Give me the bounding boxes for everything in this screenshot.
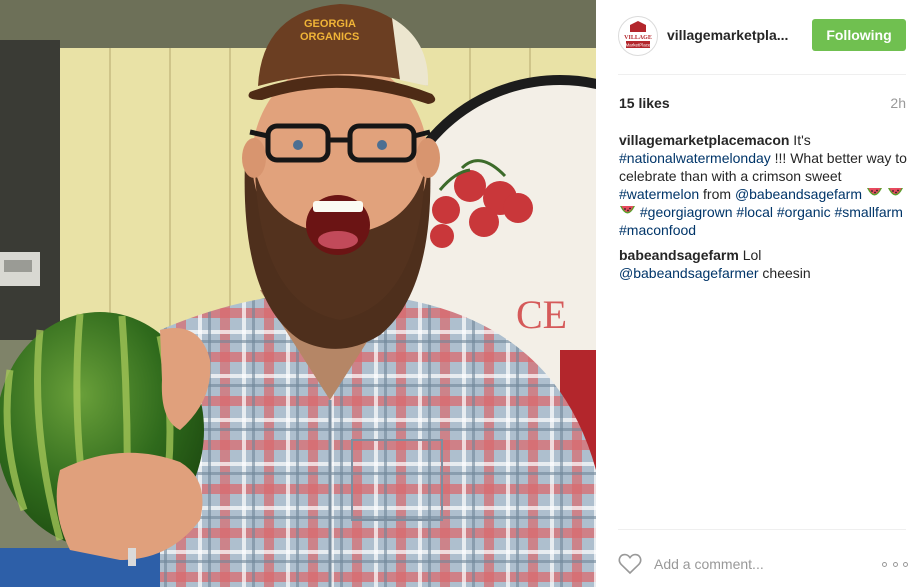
watermelon-emoji-icon	[866, 188, 882, 196]
hashtag-link[interactable]: #local	[736, 204, 773, 220]
header-divider	[618, 74, 906, 75]
post-header: VILLAGE MarketPlace villagemarketpla... …	[618, 16, 906, 56]
reply-text: cheesin	[758, 265, 811, 281]
watermelon-emoji-icon	[887, 188, 903, 196]
reply-comment: babeandsagefarm Lol @babeandsagefarmer c…	[619, 246, 909, 282]
more-options-icon[interactable]	[882, 554, 908, 574]
reply-text: Lol	[738, 247, 762, 263]
footer-divider	[618, 529, 906, 530]
caption-text: from	[699, 186, 735, 202]
add-comment-input[interactable]	[654, 554, 864, 574]
likes-count[interactable]: 15 likes	[619, 95, 670, 111]
village-market-logo-icon: VILLAGE MarketPlace	[620, 18, 656, 54]
mention-link[interactable]: @babeandsagefarm	[735, 186, 862, 202]
photo-illustration: CE GEORGIA ORGANICS	[0, 0, 596, 587]
hashtag-link[interactable]: #nationalwatermelonday	[619, 150, 771, 166]
mention-link[interactable]: @babeandsagefarmer	[619, 265, 759, 281]
hashtag-link[interactable]: #smallfarm	[834, 204, 902, 220]
hashtag-link[interactable]: #organic	[777, 204, 831, 220]
more-dot	[882, 561, 887, 567]
watermelon-emoji-icon	[620, 206, 635, 214]
comments-list: villagemarketplacemacon It's #nationalwa…	[619, 131, 909, 289]
post-photo[interactable]: CE GEORGIA ORGANICS	[0, 0, 596, 587]
heart-icon[interactable]	[618, 553, 642, 575]
post-username[interactable]: villagemarketpla...	[667, 27, 788, 43]
more-dot	[892, 561, 898, 567]
post-time[interactable]: 2h	[890, 95, 906, 111]
avatar[interactable]: VILLAGE MarketPlace	[618, 16, 658, 56]
hashtag-link[interactable]: #watermelon	[619, 186, 699, 202]
caption-text: It's	[789, 132, 811, 148]
hashtag-link[interactable]: #georgiagrown	[640, 204, 733, 220]
following-button[interactable]: Following	[812, 19, 906, 51]
reply-username[interactable]: babeandsagefarm	[619, 247, 739, 263]
more-dot	[903, 561, 908, 567]
comment-bar	[618, 548, 908, 580]
hat-text-1: GEORGIA	[304, 18, 356, 30]
caption-username[interactable]: villagemarketplacemacon	[619, 132, 789, 148]
avatar-text-1: VILLAGE	[624, 35, 652, 41]
caption-comment: villagemarketplacemacon It's #nationalwa…	[619, 131, 909, 239]
post-details-panel: VILLAGE MarketPlace villagemarketpla... …	[596, 0, 923, 587]
hat-text-2: ORGANICS	[300, 31, 359, 43]
hashtag-link[interactable]: #maconfood	[619, 222, 696, 238]
avatar-text-2: MarketPlace	[625, 43, 651, 48]
sign-text: CE	[516, 292, 567, 337]
